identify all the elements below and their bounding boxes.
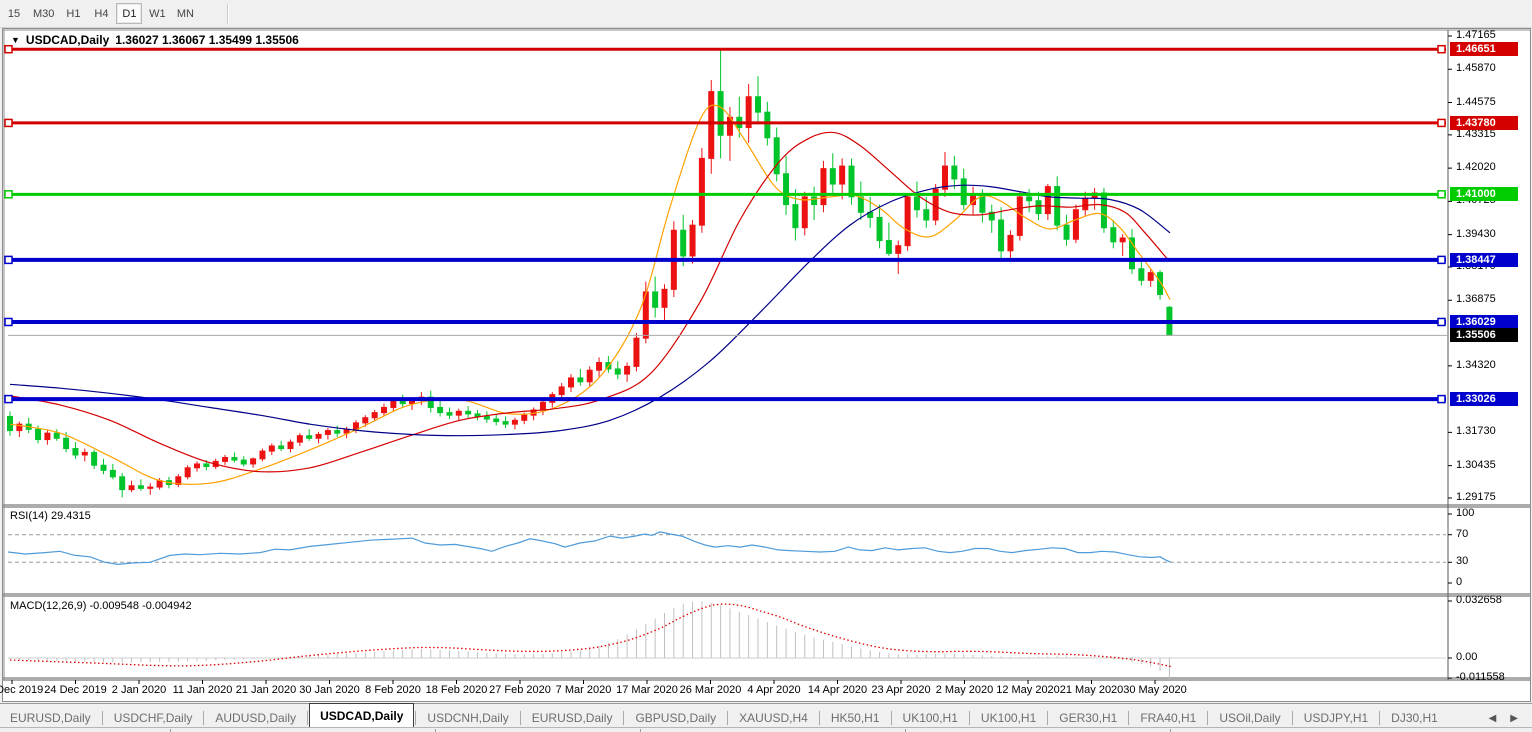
tab-divider — [415, 711, 417, 725]
date-label: 30 Jan 2020 — [299, 684, 360, 696]
date-label: 27 Feb 2020 — [489, 684, 551, 696]
tab-divider — [890, 711, 892, 725]
date-label: 7 Mar 2020 — [555, 684, 612, 696]
tab-fra40-h1[interactable]: FRA40,H1 — [1130, 707, 1206, 728]
tab-divider — [818, 711, 820, 725]
price-tick-label: 1.39430 — [1456, 227, 1496, 240]
tab-uk100-h1[interactable]: UK100,H1 — [893, 707, 968, 728]
tab-ger30-h1[interactable]: GER30,H1 — [1049, 707, 1127, 728]
current-price-badge: 1.35506 — [1450, 328, 1518, 343]
date-label: 14 Apr 2020 — [807, 684, 868, 696]
date-label: 4 Apr 2020 — [747, 684, 801, 696]
main-chart-canvas[interactable] — [0, 0, 1532, 732]
horizontal-lines-layer — [4, 44, 1448, 404]
chart-title: ▼ USDCAD,Daily 1.36027 1.36067 1.35499 1… — [11, 33, 299, 47]
tab-hk50-h1[interactable]: HK50,H1 — [821, 707, 890, 728]
chart-symbol-label: USDCAD,Daily — [25, 33, 110, 47]
tab-usdchf-daily[interactable]: USDCHF,Daily — [104, 707, 203, 728]
price-tick-label: 1.44575 — [1456, 95, 1496, 108]
bottom-strip — [0, 727, 1532, 732]
date-label: 24 Dec 2019 — [44, 684, 107, 696]
date-label: 12 May 2020 — [996, 684, 1060, 696]
price-level-badge: 1.33026 — [1450, 392, 1518, 407]
tab-usdjpy-h1[interactable]: USDJPY,H1 — [1294, 707, 1378, 728]
candles-layer — [7, 49, 1173, 498]
tab-gbpusd-daily[interactable]: GBPUSD,Daily — [625, 707, 726, 728]
price-level-badge: 1.41000 — [1450, 187, 1518, 202]
tab-uk100-h1[interactable]: UK100,H1 — [971, 707, 1046, 728]
date-axis[interactable]: 14 Dec 201924 Dec 2019 2 Jan 2020 11 Jan 2… — [0, 684, 1531, 702]
moving-averages-layer — [9, 104, 1171, 485]
tab-divider — [203, 711, 205, 725]
tab-divider — [1047, 711, 1049, 725]
macd-label: MACD(12,26,9) -0.009548 -0.004942 — [10, 600, 192, 612]
date-label: 21 Jan 2020 — [235, 684, 297, 696]
macd-scale-label: -0.011558 — [1456, 671, 1505, 684]
date-label: 14 Dec 2019 — [0, 684, 44, 696]
chart-dropdown-icon[interactable]: ▼ — [11, 35, 20, 45]
price-level-badge: 1.43780 — [1450, 115, 1518, 130]
price-tick-label: 1.47165 — [1456, 29, 1496, 41]
tab-usdcad-daily[interactable]: USDCAD,Daily — [309, 703, 415, 728]
price-tick-label: 1.31730 — [1456, 425, 1496, 438]
price-tick-label: 1.36875 — [1456, 293, 1496, 306]
tab-divider — [727, 711, 729, 725]
tab-divider — [519, 711, 521, 725]
price-level-badge: 1.36029 — [1450, 314, 1518, 329]
tab-divider — [968, 711, 970, 725]
tab-eurusd-daily[interactable]: EURUSD,Daily — [0, 707, 101, 728]
ma-fast — [9, 104, 1171, 485]
tab-audusd-daily[interactable]: AUDUSD,Daily — [205, 707, 306, 728]
price-level-badge: 1.38447 — [1450, 252, 1518, 267]
tab-divider — [623, 711, 625, 725]
tab-divider — [101, 711, 103, 725]
tab-dj30-h1[interactable]: DJ30,H1 — [1381, 707, 1448, 728]
price-tick-label: 1.34320 — [1456, 358, 1496, 371]
trading-terminal: { "toolbar": {"timeframes": ["15","M30",… — [0, 0, 1532, 732]
price-tick-label: 1.45870 — [1456, 62, 1496, 75]
symbol-tab-bar: EURUSD,Daily USDCHF,Daily AUDUSD,Daily USDC… — [0, 703, 1532, 728]
date-label: 18 Feb 2020 — [425, 684, 488, 696]
date-label: 8 Feb 2020 — [365, 684, 421, 696]
tab-divider — [1291, 711, 1293, 725]
chart-ohlc-values: 1.36027 1.36067 1.35499 1.35506 — [115, 33, 299, 47]
tab-divider — [1207, 711, 1209, 725]
tab-eurusd-daily[interactable]: EURUSD,Daily — [522, 707, 623, 728]
tab-divider — [1379, 711, 1381, 725]
macd-layer — [8, 601, 1446, 679]
tab-scroll-left-icon[interactable]: ◀ — [1489, 713, 1497, 724]
price-tick-label: 1.42020 — [1456, 161, 1496, 174]
rsi-scale-label: 70 — [1456, 527, 1469, 540]
date-label: 30 May 2020 — [1123, 684, 1187, 696]
tab-scroll-right-icon[interactable]: ▶ — [1510, 713, 1518, 724]
macd-scale-label: 0.00 — [1456, 651, 1478, 663]
date-label: 26 Mar 2020 — [679, 684, 742, 696]
date-label: 2 Jan 2020 — [111, 684, 167, 696]
tab-scroll-arrows: ◀ ▶ — [1489, 713, 1532, 728]
tab-usdcnh-daily[interactable]: USDCNH,Daily — [417, 707, 518, 728]
tab-divider — [1128, 711, 1130, 725]
ma-medium — [9, 131, 1168, 473]
price-tick-label: 1.29175 — [1456, 490, 1496, 503]
macd-scale-label: 0.032658 — [1456, 594, 1502, 606]
tab-xauusd-h4[interactable]: XAUUSD,H4 — [729, 707, 818, 728]
date-label: 2 May 2020 — [935, 684, 994, 696]
rsi-scale-label: 30 — [1456, 555, 1469, 568]
date-label: 23 Apr 2020 — [871, 684, 931, 696]
tab-usoil-daily[interactable]: USOil,Daily — [1209, 707, 1290, 728]
date-label: 11 Jan 2020 — [172, 684, 233, 696]
date-label: 21 May 2020 — [1059, 684, 1124, 696]
price-level-badge: 1.46651 — [1450, 42, 1518, 57]
rsi-layer — [7, 531, 1446, 566]
rsi-label: RSI(14) 29.4315 — [10, 510, 91, 522]
price-tick-label: 1.30435 — [1456, 458, 1496, 471]
date-label: 17 Mar 2020 — [616, 684, 678, 696]
tab-divider — [307, 711, 309, 725]
rsi-scale-label: 0 — [1456, 576, 1463, 588]
rsi-scale-label: 100 — [1456, 507, 1475, 519]
